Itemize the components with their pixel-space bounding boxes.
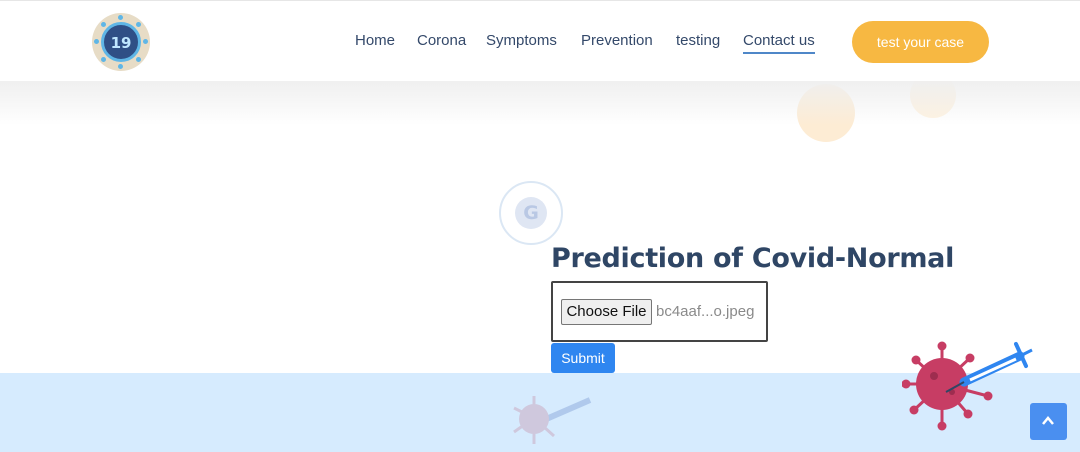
scroll-to-top-button[interactable]: [1030, 403, 1067, 440]
submit-button[interactable]: Submit: [551, 343, 615, 373]
selected-file-name: bc4aaf...o.jpeg: [656, 303, 755, 320]
nav-symptoms[interactable]: Symptoms: [486, 32, 557, 49]
virus-syringe-faint-illustration: [513, 396, 592, 444]
file-upload-input[interactable]: Choose File bc4aaf...o.jpeg: [551, 281, 768, 342]
logo-dot: [143, 39, 148, 44]
g-badge-icon: G: [515, 197, 547, 229]
nav-home[interactable]: Home: [355, 32, 395, 49]
nav-contact-us[interactable]: Contact us: [743, 32, 815, 54]
logo-dot: [118, 15, 123, 20]
logo-dot: [136, 57, 141, 62]
nav-corona[interactable]: Corona: [417, 32, 466, 49]
nav-prevention[interactable]: Prevention: [581, 32, 653, 49]
logo-dot: [101, 22, 106, 27]
header-shadow: [0, 80, 1080, 125]
choose-file-button[interactable]: Choose File: [561, 299, 652, 325]
covid-19-logo[interactable]: 19: [92, 13, 150, 71]
nav-testing[interactable]: testing: [676, 32, 720, 49]
test-your-case-button[interactable]: test your case: [852, 21, 989, 63]
logo-text: 19: [110, 34, 132, 52]
logo-dot: [118, 64, 123, 69]
virus-syringe-illustration: [902, 341, 1033, 431]
chevron-up-icon: [1042, 416, 1054, 425]
logo-dot: [136, 22, 141, 27]
site-header: 19 Home Corona Symptoms Prevention testi…: [0, 1, 1080, 81]
logo-dot: [101, 57, 106, 62]
logo-inner-circle: 19: [101, 22, 141, 62]
logo-dot: [94, 39, 99, 44]
page-title: Prediction of Covid-Normal: [551, 243, 955, 274]
g-badge: G: [499, 181, 563, 245]
